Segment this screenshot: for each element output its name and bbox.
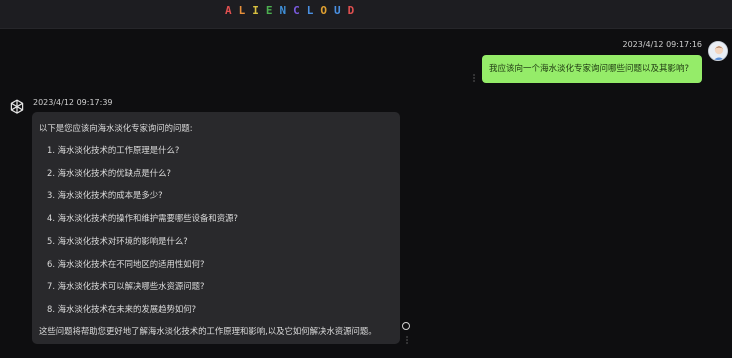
brand-logo: ALIENCLOUD (225, 4, 361, 17)
bot-avatar (8, 98, 26, 116)
brand-letter: L (238, 4, 253, 17)
question-list-item: 5. 海水淡化技术对环境的影响是什么? (47, 236, 188, 246)
user-avatar[interactable] (708, 41, 728, 61)
brand-letter: I (252, 4, 266, 17)
bot-message-intro: 以下是您应该向海水淡化专家询问的问题: (39, 123, 193, 133)
question-list-item: 1. 海水淡化技术的工作原理是什么? (47, 145, 180, 155)
user-message-text: 我应该向一个海水淡化专家询问哪些问题以及其影响? (489, 64, 690, 74)
user-avatar-icon (709, 42, 727, 60)
brand-letter: D (347, 4, 362, 17)
bot-message-bubble: 以下是您应该向海水淡化专家询问的问题: 1. 海水淡化技术的工作原理是什么? 2… (32, 112, 400, 344)
brand-letter: E (265, 4, 280, 17)
brand-letter: U (334, 4, 348, 17)
brand-letter: N (279, 4, 294, 17)
bot-message-more-icon[interactable]: · · · (405, 334, 409, 348)
brand-letter: L (306, 4, 321, 17)
brand-letter: A (225, 4, 239, 17)
regenerate-icon[interactable] (402, 322, 410, 330)
user-message-more-icon[interactable]: · · · (472, 72, 476, 86)
question-list-item: 4. 海水淡化技术的操作和维护需要哪些设备和资源? (47, 213, 238, 223)
question-list-item: 7. 海水淡化技术可以解决哪些水资源问题? (47, 281, 205, 291)
user-message-bubble: 我应该向一个海水淡化专家询问哪些问题以及其影响? (482, 55, 702, 83)
bot-message-timestamp: 2023/4/12 09:17:39 (33, 98, 113, 107)
question-list-item: 8. 海水淡化技术在未来的发展趋势如何? (47, 304, 197, 314)
openai-logo-icon (10, 99, 24, 114)
brand-letter: O (320, 4, 334, 17)
bot-message-outro: 这些问题将帮助您更好地了解海水淡化技术的工作原理和影响,以及它如何解决水资源问题… (39, 326, 377, 336)
question-list-item: 3. 海水淡化技术的成本是多少? (47, 190, 163, 200)
brand-letter: C (293, 4, 307, 17)
user-message-timestamp: 2023/4/12 09:17:16 (622, 40, 703, 49)
question-list-item: 2. 海水淡化技术的优缺点是什么? (47, 168, 171, 178)
question-list-item: 6. 海水淡化技术在不同地区的适用性如何? (47, 259, 205, 269)
top-bar: ALIENCLOUD (0, 0, 732, 29)
